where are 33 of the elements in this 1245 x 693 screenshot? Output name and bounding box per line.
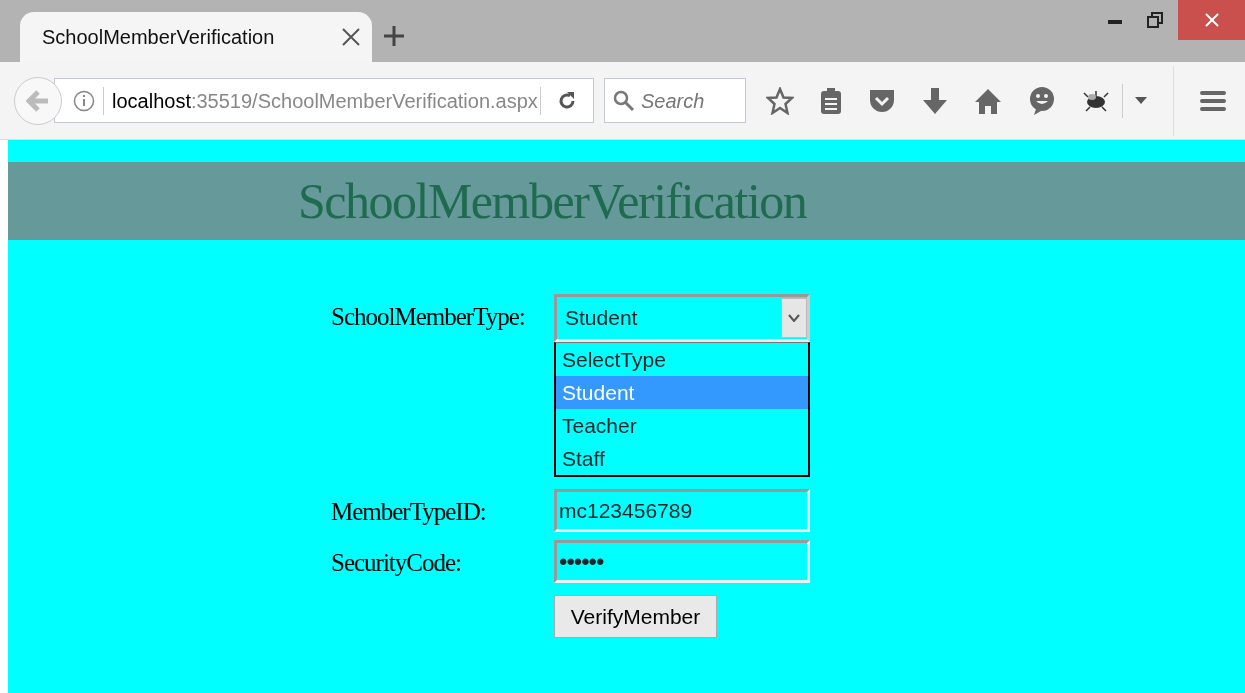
field-label: SecurityCode:: [331, 548, 463, 578]
star-icon[interactable]: [766, 86, 794, 115]
close-icon[interactable]: [342, 28, 360, 46]
caret-icon[interactable]: [1135, 97, 1147, 104]
bug-icon[interactable]: [1082, 88, 1110, 113]
download-icon[interactable]: [922, 86, 948, 115]
page-heading: SchoolMemberVerification: [298, 171, 807, 231]
url-text: localhost:35519/SchoolMemberVerification.aspx: [112, 88, 538, 114]
reload-icon[interactable]: [557, 90, 577, 111]
text-field[interactable]: mc123456789: [554, 489, 810, 532]
search-icon: [613, 89, 635, 112]
clipboard-icon[interactable]: [820, 86, 842, 115]
search-placeholder: Search: [641, 88, 705, 114]
menu-icon[interactable]: [1200, 89, 1226, 112]
password-field[interactable]: ••••••: [554, 540, 810, 583]
close-button[interactable]: [1178, 0, 1245, 40]
dropdown-option[interactable]: Teacher: [556, 409, 808, 442]
verify-button[interactable]: VerifyMember: [554, 595, 717, 638]
dropdown-option[interactable]: SelectType: [556, 343, 808, 376]
chevron-icon: [788, 314, 800, 322]
new-tab-icon[interactable]: [384, 26, 404, 46]
close-icon: [1204, 13, 1219, 27]
address-bar[interactable]: localhost:35519/SchoolMemberVerification.aspx: [54, 78, 594, 123]
back-arrow-icon: [26, 88, 50, 113]
dropdown-field[interactable]: Student: [554, 294, 810, 342]
field-label: SchoolMemberType:: [331, 302, 526, 332]
smiley-icon[interactable]: [1028, 85, 1056, 116]
restore-icon[interactable]: [1147, 12, 1163, 28]
field-label: MemberTypeID:: [331, 497, 487, 527]
search-field[interactable]: Search: [604, 78, 746, 123]
home-icon[interactable]: [974, 86, 1002, 115]
dropdown-option[interactable]: Staff: [556, 442, 808, 475]
info-icon[interactable]: [73, 89, 95, 112]
